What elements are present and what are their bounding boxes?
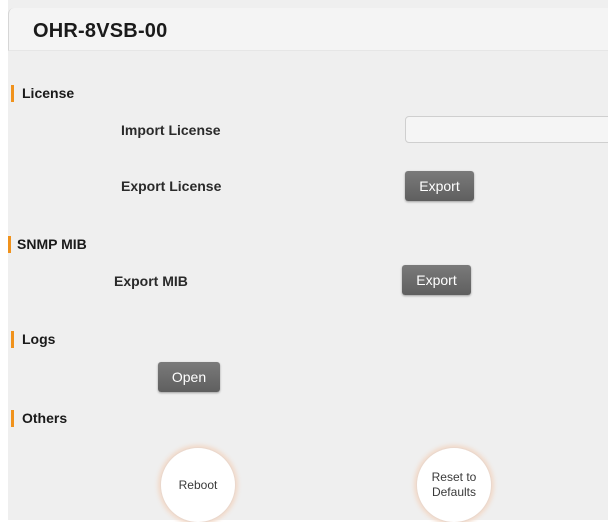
- import-license-file-input[interactable]: [405, 116, 608, 143]
- section-logs: Logs: [11, 330, 55, 348]
- export-mib-label: Export MIB: [114, 273, 188, 289]
- reset-label-line1: Reset to: [431, 470, 477, 484]
- page-background: [8, 0, 608, 520]
- page-title: OHR-8VSB-00: [33, 20, 168, 42]
- reset-to-defaults-label: Reset to Defaults: [432, 470, 477, 500]
- reset-label-line2: Defaults: [431, 485, 476, 499]
- reboot-button[interactable]: Reboot: [161, 448, 235, 522]
- section-license: License: [11, 84, 74, 102]
- open-logs-button[interactable]: Open: [158, 362, 220, 392]
- section-others: Others: [11, 409, 67, 427]
- section-title-others: Others: [22, 410, 68, 426]
- section-marker: [11, 409, 14, 427]
- section-marker: [11, 84, 14, 102]
- import-license-label: Import License: [121, 122, 221, 138]
- export-mib-button[interactable]: Export: [402, 265, 471, 295]
- section-marker: [8, 235, 11, 253]
- export-license-button[interactable]: Export: [405, 171, 474, 201]
- section-title-logs: Logs: [22, 331, 56, 347]
- export-license-label: Export License: [121, 178, 222, 194]
- section-title-snmp-mib: SNMP MIB: [17, 236, 87, 252]
- section-title-license: License: [22, 85, 75, 101]
- device-title-tab: OHR-8VSB-00: [8, 8, 608, 51]
- reset-to-defaults-button[interactable]: Reset to Defaults: [417, 448, 491, 522]
- section-marker: [11, 330, 14, 348]
- reboot-button-label: Reboot: [178, 477, 218, 492]
- section-snmp-mib: SNMP MIB: [8, 235, 87, 253]
